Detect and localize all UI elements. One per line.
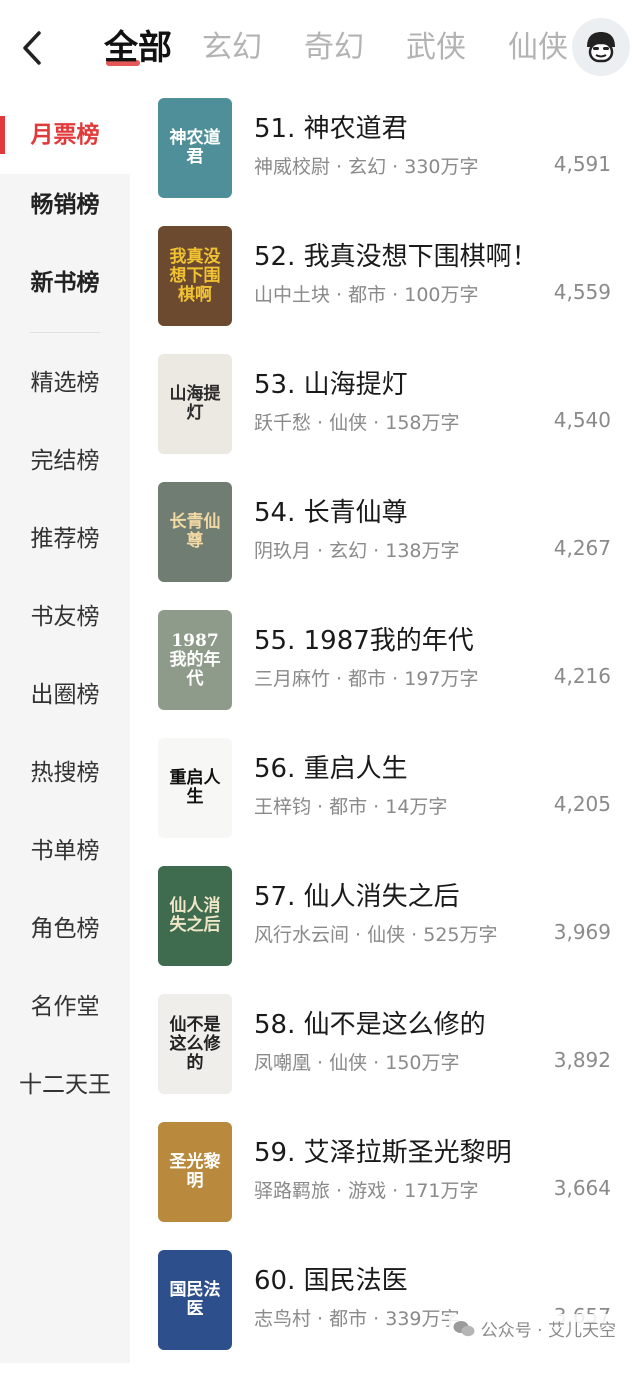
- book-ticket-count: 4,540: [553, 408, 611, 432]
- book-ticket-count: 3,664: [553, 1176, 611, 1200]
- book-title: 55. 1987我的年代: [254, 626, 474, 656]
- book-ticket-count: 4,559: [553, 280, 611, 304]
- book-cover[interactable]: 仙人消失之后: [158, 866, 232, 966]
- cover-title-text: 国民法医: [169, 1280, 221, 1319]
- book-meta: 风行水云间 · 仙侠 · 525万字: [254, 924, 498, 946]
- tab-xianxia[interactable]: 仙侠: [508, 22, 568, 74]
- book-row[interactable]: 仙人消失之后 57. 仙人消失之后 风行水云间 · 仙侠 · 525万字 3,9…: [130, 864, 640, 992]
- wechat-icon: [453, 1320, 475, 1336]
- sidebar-item-hot-search[interactable]: 热搜榜: [0, 734, 130, 812]
- tab-qihuan[interactable]: 奇幻: [304, 22, 364, 74]
- book-cover[interactable]: 1987 我的年代: [158, 610, 232, 710]
- book-title: 53. 山海提灯: [254, 370, 408, 400]
- user-avatar-icon: [587, 32, 615, 63]
- book-row[interactable]: 山海提灯 53. 山海提灯 跃千愁 · 仙侠 · 158万字 4,540: [130, 352, 640, 480]
- book-row[interactable]: 国民法医 60. 国民法医 志鸟村 · 都市 · 339万字 3,657: [130, 1248, 640, 1376]
- sidebar-divider: [30, 332, 100, 333]
- book-row[interactable]: 神农道君 51. 神农道君 神威校尉 · 玄幻 · 330万字 4,591: [130, 96, 640, 224]
- cover-title-text: 重启人生: [169, 768, 221, 807]
- cover-title-text: 圣光黎明: [169, 1152, 221, 1191]
- tab-all[interactable]: 全部: [104, 22, 172, 74]
- book-title: 57. 仙人消失之后: [254, 882, 460, 912]
- sidebar-item-label: 月票榜: [30, 122, 100, 148]
- book-title: 60. 国民法医: [254, 1266, 408, 1296]
- watermark-text: 公众号 · 艾儿天空: [480, 1321, 616, 1341]
- book-meta: 凤嘲凰 · 仙侠 · 150万字: [254, 1052, 460, 1074]
- book-meta: 三月麻竹 · 都市 · 197万字: [254, 668, 479, 690]
- sidebar-item-monthly-ticket[interactable]: 月票榜: [0, 96, 130, 174]
- book-meta: 神威校尉 · 玄幻 · 330万字: [254, 156, 479, 178]
- book-cover[interactable]: 我真没想下围棋啊: [158, 226, 232, 326]
- avatar[interactable]: [572, 18, 630, 76]
- book-row[interactable]: 长青仙尊 54. 长青仙尊 阴玖月 · 玄幻 · 138万字 4,267: [130, 480, 640, 608]
- book-cover[interactable]: 山海提灯: [158, 354, 232, 454]
- sidebar-item-recommended[interactable]: 推荐榜: [0, 500, 130, 578]
- cover-title-text: 仙不是这么修的: [169, 1014, 221, 1073]
- book-cover[interactable]: 仙不是这么修的: [158, 994, 232, 1094]
- book-meta: 山中土块 · 都市 · 100万字: [254, 284, 479, 306]
- book-ticket-count: 4,205: [553, 792, 611, 816]
- book-row[interactable]: 圣光黎明 59. 艾泽拉斯圣光黎明 驿路羁旅 · 游戏 · 171万字 3,66…: [130, 1120, 640, 1248]
- cover-title-text: 1987 我的年代: [169, 630, 221, 689]
- sidebar-item-completed[interactable]: 完结榜: [0, 422, 130, 500]
- cover-title-text: 神农道君: [169, 128, 221, 167]
- book-ticket-count: 3,892: [553, 1048, 611, 1072]
- tab-label: 全部: [104, 28, 172, 68]
- book-meta: 驿路羁旅 · 游戏 · 171万字: [254, 1180, 479, 1202]
- sidebar-item-breakout[interactable]: 出圈榜: [0, 656, 130, 734]
- book-title: 58. 仙不是这么修的: [254, 1010, 486, 1040]
- book-cover[interactable]: 长青仙尊: [158, 482, 232, 582]
- book-cover[interactable]: 国民法医: [158, 1250, 232, 1350]
- book-row[interactable]: 仙不是这么修的 58. 仙不是这么修的 凤嘲凰 · 仙侠 · 150万字 3,8…: [130, 992, 640, 1120]
- ranking-sidebar: 月票榜 畅销榜 新书榜 精选榜 完结榜 推荐榜 书友榜 出圈榜 热搜榜 书单榜 …: [0, 96, 130, 1363]
- book-row[interactable]: 重启人生 56. 重启人生 王梓钧 · 都市 · 14万字 4,205: [130, 736, 640, 864]
- back-arrow-icon: [23, 31, 41, 65]
- book-cover[interactable]: 神农道君: [158, 98, 232, 198]
- top-bar: 全部 玄幻 奇幻 武侠 仙侠: [0, 0, 640, 96]
- sidebar-item-reader-friends[interactable]: 书友榜: [0, 578, 130, 656]
- book-meta: 跃千愁 · 仙侠 · 158万字: [254, 412, 460, 434]
- active-indicator: [0, 116, 5, 154]
- book-ticket-count: 4,216: [553, 664, 611, 688]
- book-ticket-count: 3,969: [553, 920, 611, 944]
- book-meta: 王梓钧 · 都市 · 14万字: [254, 796, 448, 818]
- book-row[interactable]: 我真没想下围棋啊 52. 我真没想下围棋啊！ 山中土块 · 都市 · 100万字…: [130, 224, 640, 352]
- book-ticket-count: 4,267: [553, 536, 611, 560]
- book-row[interactable]: 1987 我的年代 55. 1987我的年代 三月麻竹 · 都市 · 197万字…: [130, 608, 640, 736]
- sidebar-item-bestseller[interactable]: 畅销榜: [0, 166, 130, 244]
- book-meta: 志鸟村 · 都市 · 339万字: [254, 1308, 460, 1330]
- sidebar-item-twelve-kings[interactable]: 十二天王: [0, 1046, 130, 1124]
- tab-wuxia[interactable]: 武侠: [406, 22, 466, 74]
- watermark: 公众号 · 艾儿天空: [448, 1314, 620, 1343]
- book-title: 59. 艾泽拉斯圣光黎明: [254, 1138, 512, 1168]
- sidebar-item-hall-of-fame[interactable]: 名作堂: [0, 968, 130, 1046]
- cover-title-text: 仙人消失之后: [169, 896, 221, 935]
- book-title: 56. 重启人生: [254, 754, 408, 784]
- book-cover[interactable]: 圣光黎明: [158, 1122, 232, 1222]
- book-title: 51. 神农道君: [254, 114, 408, 144]
- book-cover[interactable]: 重启人生: [158, 738, 232, 838]
- cover-title-text: 长青仙尊: [169, 512, 221, 551]
- cover-title-text: 我真没想下围棋啊: [169, 246, 221, 305]
- book-ticket-count: 4,591: [553, 152, 611, 176]
- sidebar-item-new-books[interactable]: 新书榜: [0, 244, 130, 322]
- tab-xuanhuan[interactable]: 玄幻: [202, 22, 262, 74]
- category-tabs: 全部 玄幻 奇幻 武侠 仙侠: [104, 22, 610, 74]
- sidebar-item-characters[interactable]: 角色榜: [0, 890, 130, 968]
- book-title: 54. 长青仙尊: [254, 498, 408, 528]
- book-meta: 阴玖月 · 玄幻 · 138万字: [254, 540, 460, 562]
- sidebar-item-booklist[interactable]: 书单榜: [0, 812, 130, 890]
- book-title: 52. 我真没想下围棋啊！: [254, 242, 538, 272]
- back-button[interactable]: [14, 26, 50, 70]
- sidebar-item-featured[interactable]: 精选榜: [0, 344, 130, 422]
- cover-title-text: 山海提灯: [169, 384, 221, 423]
